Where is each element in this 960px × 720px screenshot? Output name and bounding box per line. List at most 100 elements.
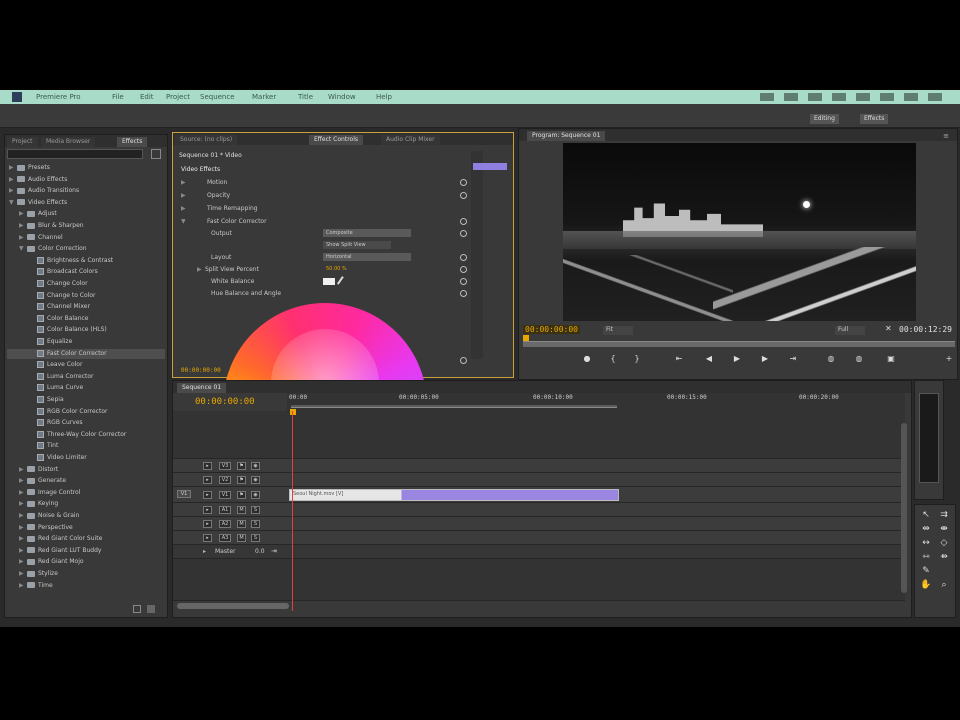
- tree-folder[interactable]: ▶ Blur & Sharpen: [7, 221, 165, 231]
- tree-folder[interactable]: ▶ Generate: [7, 476, 165, 486]
- tree-folder[interactable]: ▶ Audio Transitions: [7, 186, 165, 196]
- a2-solo-icon[interactable]: S: [251, 520, 260, 528]
- resolution-dropdown[interactable]: Full: [835, 326, 865, 335]
- tree-folder[interactable]: ▶ Keying: [7, 499, 165, 509]
- expand-right-icon[interactable]: ▶: [19, 557, 27, 567]
- v2-sync-icon[interactable]: ⚑: [237, 476, 246, 484]
- show-split-view-checkbox[interactable]: Show Split View: [323, 241, 391, 249]
- track-select-tool-icon[interactable]: ⇉: [937, 509, 951, 521]
- extract-icon[interactable]: ◍: [851, 353, 867, 365]
- timeline-timecode[interactable]: 00:00:00:00: [195, 397, 255, 407]
- workspace-editing-button[interactable]: Editing: [810, 114, 839, 124]
- program-playhead[interactable]: [523, 335, 529, 341]
- add-marker-icon[interactable]: ●: [579, 353, 595, 365]
- expand-right-icon[interactable]: ▶: [19, 546, 27, 556]
- v1-eye-icon[interactable]: ◉: [251, 491, 260, 499]
- a1-target-icon[interactable]: ▸: [203, 506, 212, 514]
- expand-right-icon[interactable]: ▶: [19, 581, 27, 591]
- expand-down-icon[interactable]: ▼: [19, 244, 27, 254]
- tree-effect[interactable]: Broadcast Colors: [7, 267, 165, 277]
- tree-effect[interactable]: Sepia: [7, 395, 165, 405]
- expand-right-icon[interactable]: ▶: [19, 476, 27, 486]
- white-balance-swatch[interactable]: [323, 278, 335, 285]
- expand-right-icon[interactable]: ▶: [19, 523, 27, 533]
- step-forward-icon[interactable]: ▶: [757, 353, 773, 365]
- tree-folder[interactable]: ▶ Channel: [7, 233, 165, 243]
- v1-source-icon[interactable]: V1: [177, 490, 191, 498]
- a3-mute-icon[interactable]: M: [237, 534, 246, 542]
- panel-menu-icon[interactable]: ≡: [943, 132, 949, 140]
- tab-source[interactable]: Source: (no clips): [175, 135, 238, 145]
- tree-folder[interactable]: ▼ Color Correction: [7, 244, 165, 254]
- v3-label[interactable]: V3: [219, 462, 231, 470]
- expand-right-icon[interactable]: ▶: [19, 221, 27, 231]
- lift-icon[interactable]: ◍: [823, 353, 839, 365]
- v2-eye-icon[interactable]: ◉: [251, 476, 260, 484]
- timeline-ruler[interactable]: 00:00 00:00:05:00 00:00:10:00 00:00:15:0…: [287, 393, 905, 411]
- tab-project[interactable]: Project: [7, 137, 38, 147]
- menu-edit[interactable]: Edit: [140, 93, 154, 101]
- tree-folder[interactable]: ▶ Image Control: [7, 488, 165, 498]
- mark-out-icon[interactable]: }: [629, 353, 645, 365]
- menu-file[interactable]: File: [112, 93, 124, 101]
- zoom-tool-icon[interactable]: ⌕: [937, 579, 951, 591]
- expand-right-icon[interactable]: ▶: [19, 534, 27, 544]
- fit-dropdown[interactable]: Fit: [603, 326, 633, 335]
- go-to-in-icon[interactable]: ⇤: [671, 353, 687, 365]
- a3-target-icon[interactable]: ▸: [203, 534, 212, 542]
- clip-v1[interactable]: Seoul Night.mov [V]: [289, 489, 619, 501]
- expand-right-icon[interactable]: ▶: [19, 233, 27, 243]
- tree-effect[interactable]: Brightness & Contrast: [7, 256, 165, 266]
- reset-split-icon[interactable]: [460, 266, 467, 273]
- step-back-icon[interactable]: ◀: [701, 353, 717, 365]
- button-editor-icon[interactable]: +: [941, 353, 957, 365]
- menu-title[interactable]: Title: [298, 93, 313, 101]
- slide-tool-icon[interactable]: ⇻: [937, 551, 951, 563]
- rolling-edit-tool-icon[interactable]: ⇼: [937, 523, 951, 535]
- effect-opacity-row[interactable]: ▶ Opacity: [181, 191, 230, 201]
- reset-motion-icon[interactable]: [460, 179, 467, 186]
- v3-target-icon[interactable]: ▸: [203, 462, 212, 470]
- menu-window[interactable]: Window: [328, 93, 356, 101]
- tree-effect[interactable]: Channel Mixer: [7, 302, 165, 312]
- slip-tool-icon[interactable]: ⇿: [919, 551, 933, 563]
- reset-opacity-icon[interactable]: [460, 192, 467, 199]
- tree-folder[interactable]: ▶ Red Giant Mojo: [7, 557, 165, 567]
- mark-in-icon[interactable]: {: [605, 353, 621, 365]
- fcc-output-select[interactable]: Composite: [323, 229, 411, 237]
- tree-effect[interactable]: Color Balance: [7, 314, 165, 324]
- expand-right-icon[interactable]: ▶: [19, 569, 27, 579]
- tree-effect[interactable]: RGB Color Corrector: [7, 407, 165, 417]
- tab-program[interactable]: Program: Sequence 01: [527, 131, 606, 141]
- new-bin-icon[interactable]: [151, 149, 161, 159]
- tree-folder[interactable]: ▼ Video Effects: [7, 198, 165, 208]
- work-area-bar[interactable]: [291, 405, 617, 408]
- v2-label[interactable]: V2: [219, 476, 231, 484]
- program-scrub-bar[interactable]: [523, 341, 955, 347]
- tab-effects[interactable]: Effects: [117, 137, 148, 147]
- program-timecode-in[interactable]: 00:00:00:00: [523, 325, 580, 334]
- expand-right-icon[interactable]: ▶: [19, 511, 27, 521]
- eyedropper-icon[interactable]: [336, 276, 348, 287]
- tree-effect[interactable]: Fast Color Corrector: [7, 348, 165, 359]
- tree-folder[interactable]: ▶ Distort: [7, 465, 165, 475]
- v1-label[interactable]: V1: [219, 491, 231, 499]
- tree-effect[interactable]: RGB Curves: [7, 418, 165, 428]
- timeline-v-scrollbar[interactable]: [901, 423, 907, 593]
- expand-right-icon[interactable]: ▶: [9, 175, 17, 185]
- v2-target-icon[interactable]: ▸: [203, 476, 212, 484]
- menu-sequence[interactable]: Sequence: [200, 93, 235, 101]
- tree-folder[interactable]: ▶ Red Giant Color Suite: [7, 534, 165, 544]
- effect-fcc-row[interactable]: ▼ Fast Color Corrector: [181, 217, 267, 227]
- timeline-h-scrollbar[interactable]: [177, 603, 289, 609]
- fcc-layout-select[interactable]: Horizontal: [323, 253, 411, 261]
- expand-right-icon[interactable]: ▶: [19, 465, 27, 475]
- tree-effect[interactable]: Change Color: [7, 279, 165, 289]
- a2-mute-icon[interactable]: M: [237, 520, 246, 528]
- effect-time-remap-row[interactable]: ▶ Time Remapping: [181, 204, 258, 214]
- tree-effect[interactable]: Luma Corrector: [7, 372, 165, 382]
- tree-folder[interactable]: ▶ Stylize: [7, 569, 165, 579]
- a1-label[interactable]: A1: [219, 506, 231, 514]
- a1-solo-icon[interactable]: S: [251, 506, 260, 514]
- rate-stretch-tool-icon[interactable]: ↔: [919, 537, 933, 549]
